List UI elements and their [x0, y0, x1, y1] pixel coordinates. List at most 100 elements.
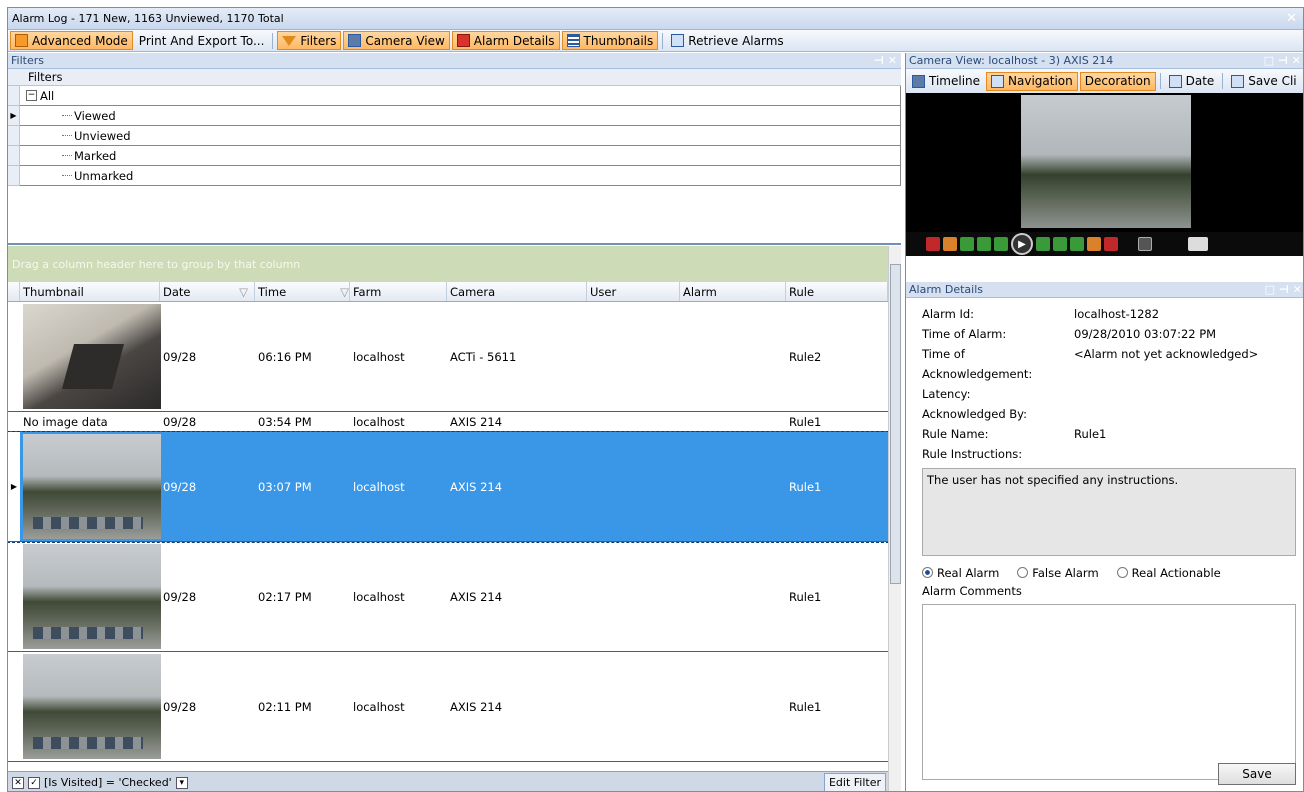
filters-label: Filters — [300, 33, 337, 48]
row-selector — [8, 146, 20, 166]
advanced-mode-button[interactable]: Advanced Mode — [10, 31, 133, 50]
step-back-icon[interactable] — [960, 237, 974, 251]
filter-label-unmarked: Unmarked — [74, 168, 134, 183]
skip-end-icon[interactable] — [1104, 237, 1118, 251]
row-selector — [8, 166, 20, 186]
retrieve-alarms-button[interactable]: Retrieve Alarms — [667, 31, 787, 50]
scrollbar-thumb[interactable] — [890, 264, 901, 584]
table-row[interactable]: No image data 09/28 03:54 PM localhost A… — [8, 412, 888, 432]
field-latency: Latency: — [922, 384, 1303, 404]
panel-controls-icon[interactable]: □ ⊣ ✕ — [1264, 54, 1301, 67]
group-by-hint[interactable]: Drag a column header here to group by th… — [8, 246, 888, 282]
cell-time: 03:54 PM — [258, 414, 312, 429]
alarm-details-panel: Alarm Details □ ⊣ ✕ Alarm Id: localhost-1… — [906, 282, 1303, 791]
thumbnails-button[interactable]: Thumbnails — [561, 31, 659, 50]
row-indicator — [8, 542, 20, 651]
cell-camera: AXIS 214 — [450, 414, 503, 429]
column-header-alarm[interactable]: Alarm — [680, 282, 786, 301]
column-headers: Thumbnail Date ▽ Time ▽ Farm Camera User A… — [8, 282, 888, 302]
filter-row-all[interactable]: − All — [8, 86, 901, 106]
row-selector — [8, 86, 20, 106]
cell-camera: AXIS 214 — [450, 479, 503, 494]
filter-cell[interactable]: Unmarked — [20, 166, 901, 186]
column-header-user[interactable]: User — [587, 282, 680, 301]
reverse-play-icon[interactable] — [994, 237, 1008, 251]
filter-cell[interactable]: Marked — [20, 146, 901, 166]
filter-row-marked[interactable]: Marked — [8, 146, 901, 166]
column-header-time[interactable]: Time ▽ — [255, 282, 350, 301]
camera-video[interactable] — [906, 93, 1303, 232]
filter-row-unmarked[interactable]: Unmarked — [8, 166, 901, 186]
fast-forward-icon[interactable] — [1053, 237, 1067, 251]
navigation-button[interactable]: Navigation — [986, 71, 1078, 91]
filter-row-viewed[interactable]: ▶ Viewed — [8, 106, 901, 126]
pin-close-icon[interactable]: ⊣ ✕ — [874, 54, 897, 67]
speed-icon[interactable] — [1138, 237, 1152, 251]
filter-cell[interactable]: Viewed — [20, 106, 901, 126]
column-header-farm[interactable]: Farm — [350, 282, 447, 301]
camera-view-button[interactable]: Camera View — [343, 31, 450, 50]
field-alarm-id: Alarm Id: localhost-1282 — [922, 304, 1303, 324]
playback-controls: ▶ — [906, 232, 1303, 256]
toolbar-separator — [272, 32, 274, 49]
step-forward-icon[interactable] — [1070, 237, 1084, 251]
clear-filter-icon[interactable]: ✕ — [12, 776, 24, 789]
skip-start-icon[interactable] — [926, 237, 940, 251]
table-row[interactable]: 09/28 06:16 PM localhost ACTi - 5611 Rul… — [8, 302, 888, 412]
radio-selected-icon — [922, 567, 933, 578]
save-clip-button[interactable]: Save Cli — [1227, 72, 1300, 91]
alarm-details-button[interactable]: Alarm Details — [451, 31, 560, 50]
radio-real-alarm[interactable]: Real Alarm — [922, 566, 999, 580]
close-icon[interactable]: ✕ — [1286, 11, 1297, 26]
prev-alarm-icon[interactable] — [943, 237, 957, 251]
camera-toolbar: Timeline Navigation Decoration Date Save… — [906, 69, 1303, 93]
table-row-selected[interactable]: ▶ 09/28 03:07 PM localhost AXIS 214 Rule… — [8, 431, 888, 543]
next-alarm-icon[interactable] — [1087, 237, 1101, 251]
date-button[interactable]: Date — [1165, 72, 1219, 91]
radio-real-actionable[interactable]: Real Actionable — [1116, 566, 1221, 580]
edit-filter-button[interactable]: Edit Filter — [823, 773, 886, 791]
field-value: 09/28/2010 03:07:22 PM — [1074, 327, 1217, 341]
radio-false-alarm[interactable]: False Alarm — [1017, 566, 1099, 580]
filter-row-unviewed[interactable]: Unviewed — [8, 126, 901, 146]
header-spacer — [8, 282, 20, 301]
column-header-date[interactable]: Date ▽ — [160, 282, 255, 301]
panel-controls-icon[interactable]: □ ⊣ ✕ — [1265, 283, 1302, 296]
thumbnails-icon — [566, 34, 580, 47]
title-bar: Alarm Log - 171 New, 1163 Unviewed, 1170… — [8, 8, 1303, 30]
volume-icon[interactable] — [1188, 237, 1208, 251]
filter-dropdown-icon[interactable]: ▾ — [175, 776, 188, 789]
filter-cell[interactable]: − All — [20, 86, 901, 106]
save-button[interactable]: Save — [1218, 763, 1296, 785]
right-panel: Camera View: localhost - 3) AXIS 214 □ ⊣… — [905, 53, 1303, 791]
radio-false-label: False Alarm — [1032, 566, 1099, 580]
column-header-camera[interactable]: Camera — [447, 282, 587, 301]
print-export-button[interactable]: Print And Export To... — [135, 31, 269, 50]
cell-camera: AXIS 214 — [450, 589, 503, 604]
column-header-rule[interactable]: Rule — [786, 282, 888, 301]
row-indicator-icon: ▶ — [8, 432, 20, 541]
advanced-mode-icon — [15, 34, 28, 47]
field-key: Latency: — [922, 387, 971, 401]
collapse-icon[interactable]: − — [26, 90, 37, 101]
grid-scrollbar[interactable] — [888, 246, 901, 791]
column-header-date-label: Date — [163, 284, 191, 299]
cell-farm: localhost — [353, 349, 405, 364]
filters-button[interactable]: Filters — [277, 31, 342, 50]
timeline-button[interactable]: Timeline — [908, 72, 984, 91]
table-row[interactable]: 09/28 02:11 PM localhost AXIS 214 Rule1 — [8, 652, 888, 762]
table-row[interactable]: 09/28 02:17 PM localhost AXIS 214 Rule1 — [8, 542, 888, 652]
filter-expression[interactable]: [Is Visited] = 'Checked' — [44, 776, 172, 789]
filter-cell[interactable]: Unviewed — [20, 126, 901, 146]
cell-date: 09/28 — [163, 414, 197, 429]
thumbnail-cell — [20, 544, 161, 649]
forward-icon[interactable] — [1036, 237, 1050, 251]
column-header-thumbnail[interactable]: Thumbnail — [20, 282, 160, 301]
left-panel: Filters ⊣ ✕ Filters − All ▶ Viewed Unview… — [8, 53, 901, 791]
alarm-comments-field[interactable] — [922, 604, 1296, 780]
rewind-icon[interactable] — [977, 237, 991, 251]
cell-date: 09/28 — [163, 699, 197, 714]
play-icon[interactable]: ▶ — [1011, 233, 1033, 255]
decoration-button[interactable]: Decoration — [1079, 71, 1156, 91]
filter-enabled-checkbox[interactable]: ✓ — [28, 776, 40, 789]
